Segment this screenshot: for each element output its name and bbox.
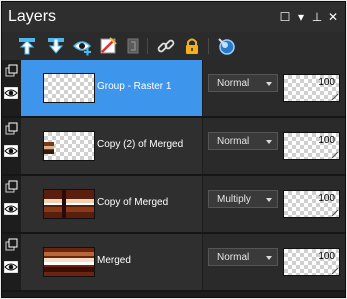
opacity-field[interactable]: 100 [283,132,340,160]
layer-info[interactable]: Copy (2) of Merged [21,118,202,174]
blend-mode-dropdown[interactable]: Multiply [208,190,278,208]
blend-mode-value: Normal [217,136,250,147]
layer-thumbnail [43,131,95,161]
layer-thumbnail [43,189,95,219]
layer-visibility-eye-icon[interactable] [4,203,18,215]
dropdown-arrow-icon [266,198,272,202]
opacity-field[interactable]: 100 [283,190,340,218]
row-divider [2,290,345,292]
layer-thumbnail [43,73,95,103]
layer-name: Copy (2) of Merged [97,139,184,150]
layer-properties-icon[interactable] [216,36,236,56]
layers-panel: Layers ☐ ▾ ⊥ ✕ Group - Raster 1 Normal 1… [1,1,346,298]
maximize-icon[interactable]: ☐ [278,10,292,24]
no-mask-icon[interactable] [98,36,118,56]
pin-icon[interactable]: ⊥ [310,10,324,24]
link-icon[interactable] [156,36,176,56]
layers-toolbar [2,32,345,60]
layer-settings: Normal 100 [203,234,345,290]
opacity-value: 100 [318,77,335,88]
layer-info[interactable]: Copy of Merged [21,176,202,232]
move-layer-down-icon[interactable] [46,36,66,56]
layer-row-copy-of-merged[interactable]: Copy of Merged Multiply 100 [2,176,345,234]
layer-settings: Multiply 100 [203,176,345,232]
lock-icon[interactable] [182,36,202,56]
opacity-value: 100 [318,251,335,262]
close-icon[interactable]: ✕ [326,10,340,24]
resize-grip-icon [332,210,338,216]
opacity-field[interactable]: 100 [283,248,340,276]
toolbar-separator [208,38,209,54]
opacity-value: 100 [318,193,335,204]
layer-name: Copy of Merged [97,197,169,208]
layer-row-group-raster-1[interactable]: Group - Raster 1 Normal 100 [2,60,345,118]
opacity-value: 100 [318,135,335,146]
layer-visibility-eye-icon[interactable] [4,87,18,99]
move-layer-up-icon[interactable] [17,36,37,56]
layers-list: Group - Raster 1 Normal 100 Copy (2) of … [2,60,345,297]
opacity-field[interactable]: 100 [283,74,340,102]
layer-row-merged[interactable]: Merged Normal 100 [2,234,345,292]
raster-layer-icon [5,180,18,193]
blend-mode-dropdown[interactable]: Normal [208,248,278,266]
layer-thumbnail [43,247,95,277]
layer-settings: Normal 100 [203,118,345,174]
blend-mode-dropdown[interactable]: Normal [208,74,278,92]
panel-title: Layers [8,8,57,25]
menu-icon[interactable]: ▾ [294,10,308,24]
blend-mode-value: Normal [217,252,250,263]
resize-grip-icon [332,268,338,274]
resize-grip-icon [332,94,338,100]
layer-info[interactable]: Group - Raster 1 [21,60,202,116]
layer-row-copy-2-of-merged[interactable]: Copy (2) of Merged Normal 100 [2,118,345,176]
layer-name: Merged [97,255,131,266]
mask-icon[interactable] [123,36,143,56]
layer-visibility-eye-icon[interactable] [4,145,18,157]
panel-titlebar[interactable]: Layers ☐ ▾ ⊥ ✕ [2,2,345,32]
dropdown-arrow-icon [266,140,272,144]
toolbar-separator [147,38,148,54]
blend-mode-value: Multiply [217,194,251,205]
layer-visibility-eye-icon[interactable] [4,261,18,273]
layer-name: Group - Raster 1 [97,81,172,92]
layer-info[interactable]: Merged [21,234,202,290]
blend-mode-value: Normal [217,78,250,89]
visibility-toggle-icon[interactable] [72,36,92,56]
resize-grip-icon [332,152,338,158]
raster-layer-icon [5,238,18,251]
raster-layer-icon [5,122,18,135]
group-layer-icon [5,64,18,77]
layer-settings: Normal 100 [203,60,345,116]
dropdown-arrow-icon [266,82,272,86]
blend-mode-dropdown[interactable]: Normal [208,132,278,150]
dropdown-arrow-icon [266,256,272,260]
